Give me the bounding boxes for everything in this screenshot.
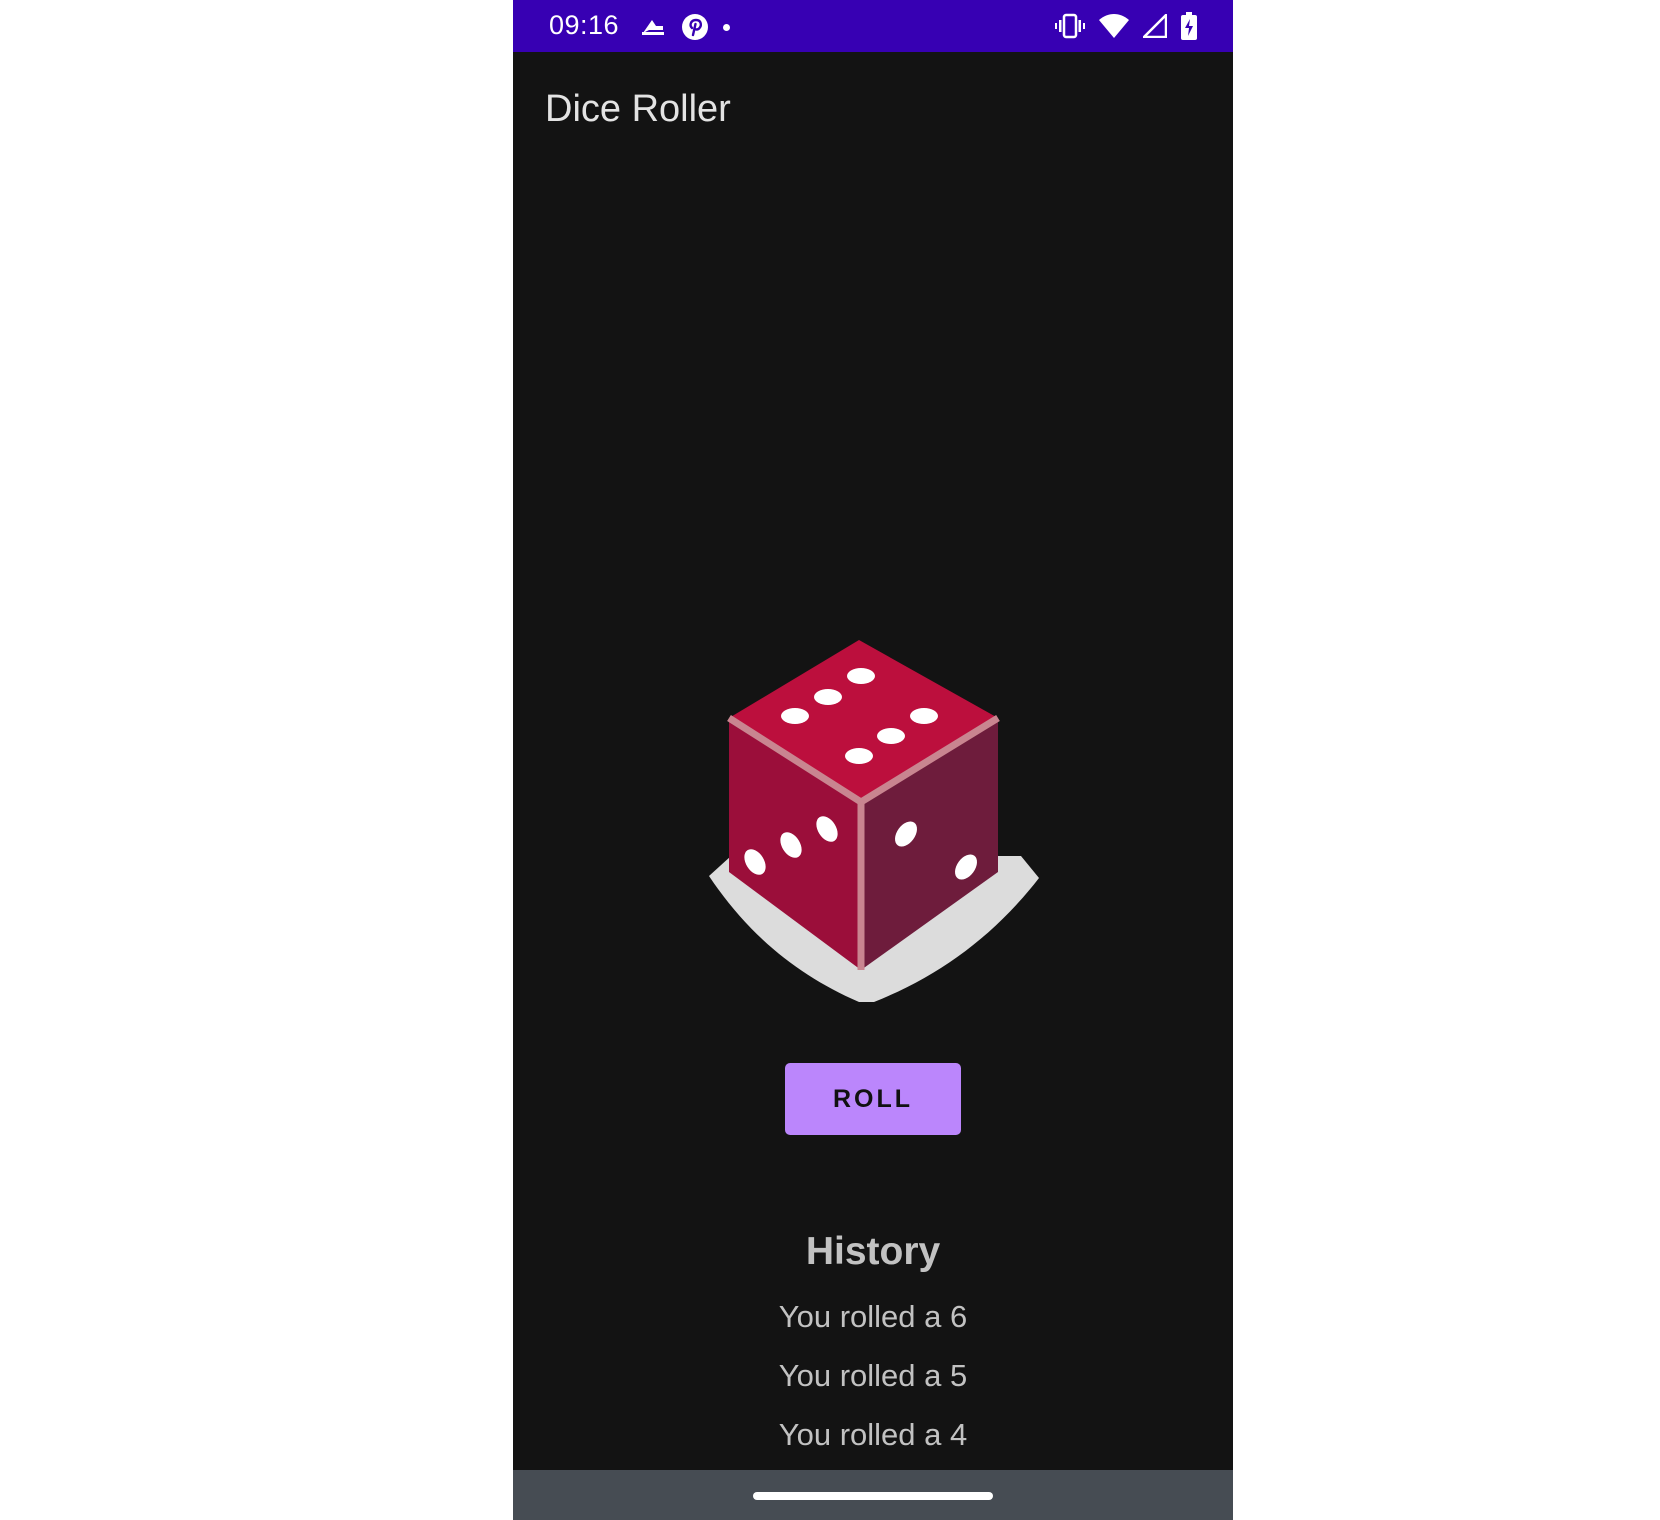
home-gesture-handle[interactable]: [753, 1492, 993, 1500]
status-system-icons: [1055, 11, 1197, 41]
battery-charging-icon: [1181, 12, 1197, 40]
dice-image: [709, 636, 1039, 1002]
more-notifications-dot-icon: [723, 23, 730, 31]
pinterest-icon: [682, 14, 708, 40]
wifi-icon: [1099, 14, 1129, 38]
app-title: Dice Roller: [545, 88, 731, 130]
navigation-bar: [513, 1470, 1233, 1520]
vibrate-icon: [1055, 13, 1085, 39]
history-item: You rolled a 4: [778, 1417, 968, 1452]
roll-button[interactable]: ROLL: [785, 1063, 961, 1135]
cellular-signal-icon: [1143, 14, 1167, 38]
dice-icon: [709, 640, 1039, 1002]
history-list: You rolled a 6 You rolled a 5 You rolled…: [513, 1294, 1233, 1471]
history-item: You rolled a 5: [778, 1358, 968, 1393]
status-time: 09:16: [549, 10, 620, 40]
notification-arrow-icon: [642, 20, 664, 35]
history-title: History: [805, 1230, 941, 1273]
phone-screen: 09:16 Dice Roller ROLL History You rolle…: [513, 0, 1233, 1520]
status-bar: 09:16: [513, 0, 1233, 52]
status-notification-icons: [639, 12, 730, 42]
history-item: You rolled a 6: [778, 1299, 968, 1334]
